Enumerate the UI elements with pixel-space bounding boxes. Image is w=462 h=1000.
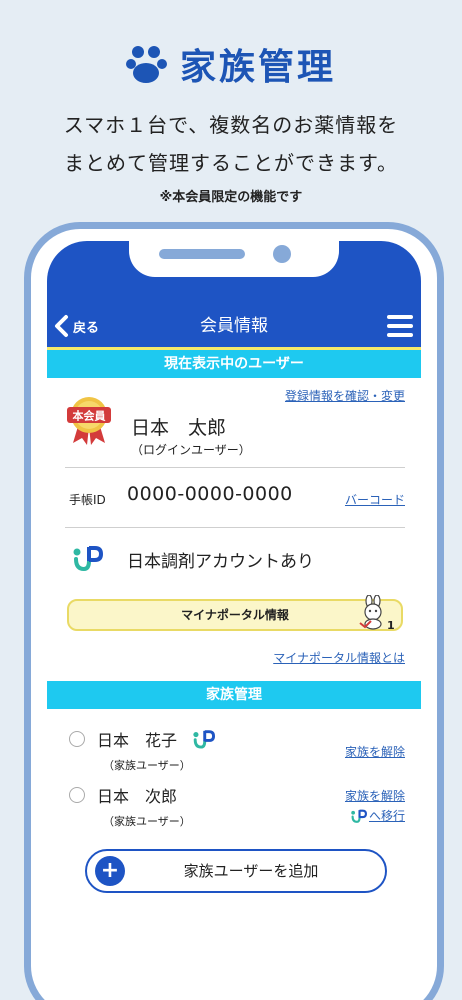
- current-user-section-header: 現在表示中のユーザー: [47, 347, 421, 378]
- family-member-role: （家族ユーザー）: [103, 815, 191, 828]
- family-member-radio[interactable]: [69, 787, 85, 803]
- edit-registration-link[interactable]: 登録情報を確認・変更: [285, 387, 405, 404]
- techo-id-value: 0000-0000-0000: [127, 483, 293, 505]
- nihon-chouzai-logo-icon: [193, 730, 215, 749]
- family-member-role: （家族ユーザー）: [103, 759, 191, 772]
- phone-frame: 戻る 会員情報 現在表示中のユーザー 登録情報を確認・変更 本会員 日本 太郎 …: [24, 222, 444, 1000]
- phone-camera: [273, 245, 291, 263]
- mynaportal-info-label: マイナポータル情報: [181, 608, 289, 622]
- family-member-radio[interactable]: [69, 731, 85, 747]
- hero-title-text: 家族管理: [179, 47, 336, 88]
- account-status: 日本調剤アカウントあり: [127, 552, 314, 572]
- svg-text:1: 1: [387, 619, 395, 631]
- mynaportal-about-link[interactable]: マイナポータル情報とは: [273, 649, 405, 666]
- nihon-chouzai-logo-icon: [351, 809, 367, 823]
- family-section-header: 家族管理: [47, 681, 421, 709]
- page-title: 会員情報: [200, 316, 268, 336]
- divider: [65, 527, 405, 528]
- phone-screen: 戻る 会員情報 現在表示中のユーザー 登録情報を確認・変更 本会員 日本 太郎 …: [47, 241, 421, 1000]
- techo-id-label: 手帳ID: [69, 493, 106, 507]
- divider: [65, 467, 405, 468]
- hero-title: 家族管理: [0, 38, 462, 90]
- hero-description: スマホ１台で、複数名のお薬情報を まとめて管理することができます。: [0, 106, 462, 182]
- mynaportal-info-button[interactable]: マイナポータル情報 1: [67, 595, 403, 631]
- remove-family-link[interactable]: 家族を解除: [345, 743, 405, 760]
- remove-family-link[interactable]: 家族を解除: [345, 787, 405, 804]
- member-badge-label: 本会員: [73, 409, 106, 423]
- myna-character-icon: 1: [359, 595, 395, 631]
- family-member-name: 日本 次郎: [97, 787, 178, 806]
- family-member-name: 日本 花子: [97, 731, 178, 750]
- nav-bar: 戻る 会員情報: [47, 305, 421, 347]
- current-user-name: 日本 太郎: [131, 417, 227, 439]
- add-family-user-button[interactable]: + 家族ユーザーを追加: [85, 849, 387, 893]
- add-family-user-label: 家族ユーザーを追加: [183, 862, 319, 880]
- phone-notch: [129, 241, 339, 277]
- migrate-account-link[interactable]: へ移行: [351, 807, 405, 824]
- menu-icon[interactable]: [387, 315, 413, 337]
- phone-speaker: [159, 249, 245, 259]
- migrate-label: へ移行: [368, 809, 405, 823]
- current-user-role: （ログインユーザー）: [131, 443, 251, 457]
- family-paw-icon: [125, 46, 167, 83]
- hero-note: ※本会員限定の機能です: [159, 190, 303, 205]
- hero-desc-line2: まとめて管理することができます。: [64, 151, 398, 175]
- member-badge-icon: 本会員: [67, 397, 111, 445]
- nihon-chouzai-logo-icon: [73, 546, 103, 571]
- hero-desc-line1: スマホ１台で、複数名のお薬情報を: [63, 113, 399, 137]
- barcode-link[interactable]: バーコード: [345, 491, 405, 508]
